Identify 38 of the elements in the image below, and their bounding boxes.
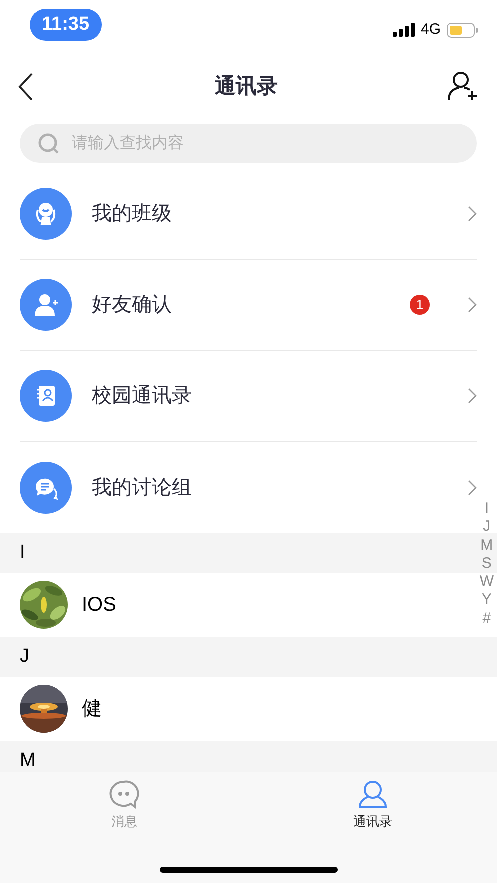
tab[interactable]: 消息: [0, 780, 248, 832]
notification-badge: 1: [410, 295, 430, 315]
battery-icon: [447, 22, 479, 38]
menu-item[interactable]: 好友确认 1: [20, 260, 477, 351]
status-time: 11:35: [30, 8, 102, 42]
section-header: M: [0, 741, 497, 772]
search-field[interactable]: 请输入查找内容: [20, 124, 477, 163]
section-header: J: [0, 637, 497, 677]
network-label: 4G: [420, 20, 441, 40]
page-title: 通讯录: [215, 74, 278, 100]
contact-name: 健: [82, 697, 102, 722]
index-letter[interactable]: #: [482, 610, 492, 628]
menu-label: 我的班级: [92, 202, 173, 227]
menu-label: 校园通讯录: [92, 384, 193, 409]
menu-item[interactable]: 校园通讯录: [20, 351, 477, 442]
search-input[interactable]: 请输入查找内容: [72, 132, 459, 156]
chat-icon: [109, 780, 140, 810]
tab[interactable]: 通讯录: [248, 780, 497, 832]
contact-item[interactable]: IOS: [0, 573, 469, 637]
chevron-icon: [468, 297, 477, 313]
index-letter[interactable]: W: [480, 573, 494, 592]
menu-label: 我的讨论组: [92, 476, 193, 500]
index-letter[interactable]: Y: [482, 591, 492, 610]
chevron-icon: [468, 388, 477, 404]
menu-item[interactable]: 我的班级: [20, 169, 477, 260]
index-letter[interactable]: I: [484, 500, 489, 518]
index-letter[interactable]: J: [483, 518, 491, 537]
index-letter[interactable]: M: [480, 536, 494, 555]
index-letter[interactable]: S: [482, 554, 492, 574]
contact-item[interactable]: 健: [0, 677, 469, 741]
chevron-icon: [468, 206, 477, 222]
signal-icon: [392, 23, 415, 37]
chevron-icon: [468, 480, 477, 496]
menu-item[interactable]: 我的讨论组: [20, 442, 477, 533]
search-icon: [38, 132, 60, 154]
contact-name: IOS: [82, 593, 116, 618]
person-icon: [358, 780, 388, 810]
menu-label: 好友确认: [92, 293, 173, 318]
